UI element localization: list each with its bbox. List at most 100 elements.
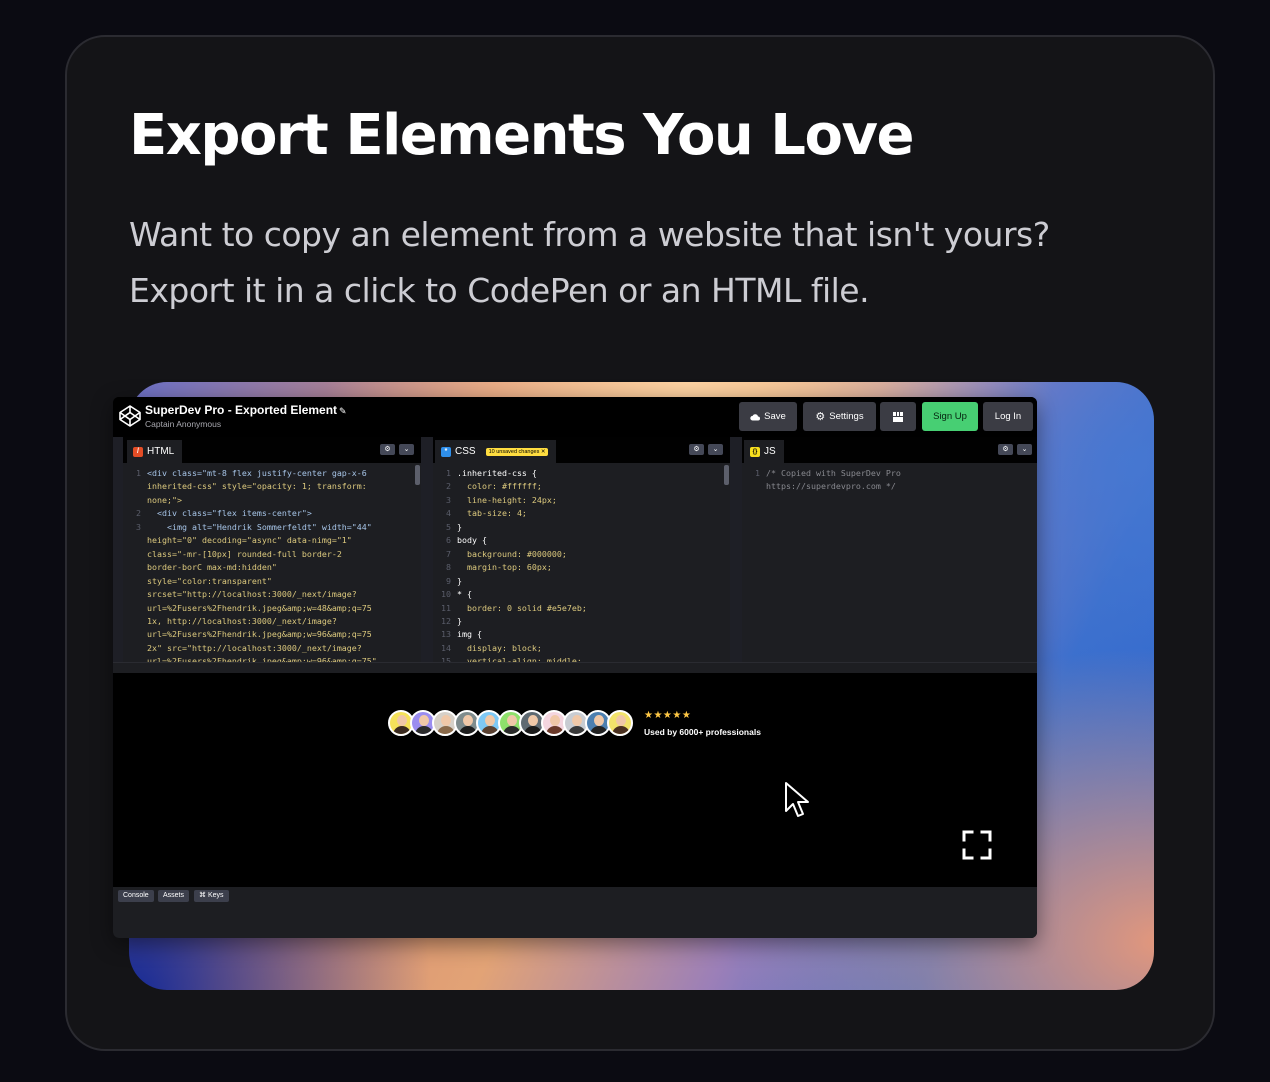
log-in-button[interactable]: Log In	[983, 402, 1033, 431]
tab-css[interactable]: * CSS 10 unsaved changes ✕	[435, 440, 557, 463]
line-number: 6	[446, 535, 451, 546]
code-line: 4 tab-size: 4;	[433, 507, 730, 520]
js-settings-icon[interactable]: ⚙	[998, 444, 1013, 455]
code-line: 1 /* Copied with SuperDev Pro	[742, 467, 1037, 480]
js-pane-header: {} JS ⚙ ⌄	[742, 437, 1037, 463]
html-settings-icon[interactable]: ⚙	[380, 444, 395, 455]
html-code[interactable]: 1 <div class="mt-8 flex justify-center ga…	[123, 467, 421, 662]
html-pane-header: / HTML ⚙ ⌄	[123, 437, 421, 463]
code-text: srcset="http://localhost:3000/_next/imag…	[147, 589, 357, 600]
codepen-header: SuperDev Pro - Exported Element ✎ Captain…	[113, 397, 1037, 437]
code-text: body {	[457, 535, 487, 546]
css-code[interactable]: 1 .inherited-css {2 color: #ffffff; 3 line…	[433, 467, 730, 662]
unsaved-badge[interactable]: 10 unsaved changes ✕	[485, 447, 549, 456]
settings-label: Settings	[829, 411, 864, 422]
code-line: 9}	[433, 575, 730, 588]
console-button[interactable]: Console	[118, 890, 154, 902]
code-text: }	[457, 521, 462, 532]
line-number	[123, 561, 147, 574]
line-number	[123, 480, 147, 493]
css-scrollbar[interactable]	[724, 465, 729, 485]
codepen-logo-icon[interactable]	[118, 404, 142, 428]
gear-icon: ⚙	[815, 411, 826, 423]
code-text: inherited-css" style="opacity: 1; transf…	[147, 481, 367, 492]
line-number	[123, 615, 147, 628]
js-chevron-down-icon[interactable]: ⌄	[1017, 444, 1032, 455]
code-text: }	[457, 615, 462, 626]
css-editor-pane: * CSS 10 unsaved changes ✕ ⚙ ⌄ 1 .inherit…	[433, 437, 730, 662]
code-line: srcset="http://localhost:3000/_next/imag…	[123, 588, 421, 601]
tab-html-label: HTML	[147, 446, 175, 457]
line-number: 2	[446, 481, 451, 492]
assets-button[interactable]: Assets	[158, 890, 190, 902]
line-number: 5	[446, 521, 451, 532]
js-code[interactable]: 1 /* Copied with SuperDev Pro https://supe…	[742, 467, 1037, 494]
line-number	[123, 628, 147, 641]
line-number: 1	[446, 468, 451, 478]
css-chevron-down-icon[interactable]: ⌄	[708, 444, 723, 455]
code-line: none;">	[123, 494, 421, 507]
code-text: }	[457, 575, 462, 586]
code-line: 1x, http://localhost:3000/_next/image?	[123, 615, 421, 628]
code-text: none;">	[147, 494, 182, 505]
sign-up-button[interactable]: Sign Up	[922, 402, 978, 431]
code-line: 11 border: 0 solid #e5e7eb;	[433, 602, 730, 615]
code-line: 6 body {	[433, 534, 730, 547]
pencil-icon[interactable]: ✎	[339, 406, 347, 416]
pen-title[interactable]: SuperDev Pro - Exported Element ✎	[145, 403, 347, 417]
tab-html[interactable]: / HTML	[127, 440, 183, 463]
bottom-toolbar: Console Assets ⌘ Keys	[113, 887, 1037, 938]
line-number: 9	[446, 575, 451, 586]
code-text: /* Copied with SuperDev Pro	[766, 468, 901, 478]
css-settings-icon[interactable]: ⚙	[689, 444, 704, 455]
code-line: 10 * {	[433, 588, 730, 601]
line-number: 15	[441, 656, 451, 662]
code-line: style="color:transparent"	[123, 575, 421, 588]
code-line: height="0" decoding="async" data-nimg="1…	[123, 534, 421, 547]
code-line: 7 background: #000000;	[433, 548, 730, 561]
code-text: display: block;	[457, 642, 542, 653]
code-line: 15 vertical-align: middle;	[433, 655, 730, 662]
feature-subtitle: Want to copy an element from a website t…	[129, 207, 1050, 319]
code-text: color: #ffffff;	[457, 481, 542, 492]
code-text: <div class="mt-8 flex justify-center gap…	[147, 468, 367, 478]
code-line: url=%2Fusers%2Fhendrik.jpeg&amp;w=48&amp…	[123, 602, 421, 615]
line-number	[123, 548, 147, 561]
fullscreen-icon[interactable]	[962, 830, 992, 860]
code-line: 8 margin-top: 60px;	[433, 561, 730, 574]
save-label: Save	[764, 411, 786, 422]
code-text: border-borC max-md:hidden"	[147, 562, 277, 573]
result-preview: ★★★★★ Used by 6000+ professionals	[113, 673, 1037, 887]
change-view-button[interactable]	[880, 402, 916, 431]
line-number: 4	[446, 508, 451, 519]
line-number: 14	[441, 642, 451, 653]
line-number	[123, 655, 147, 662]
line-number: 1	[755, 468, 760, 478]
line-number: 1	[136, 468, 141, 478]
code-line: 3 line-height: 24px;	[433, 494, 730, 507]
code-text: vertical-align: middle;	[457, 656, 582, 662]
html-icon: /	[133, 446, 143, 457]
html-scrollbar[interactable]	[415, 465, 420, 485]
resize-handle[interactable]	[113, 662, 1037, 673]
html-chevron-down-icon[interactable]: ⌄	[399, 444, 414, 455]
save-button[interactable]: Save	[739, 402, 797, 431]
pen-owner[interactable]: Captain Anonymous	[145, 419, 221, 429]
cursor-icon	[785, 782, 809, 817]
code-line: 2x" src="http://localhost:3000/_next/ima…	[123, 642, 421, 655]
rating-stars: ★★★★★	[644, 710, 692, 721]
subtitle-line-1: Want to copy an element from a website t…	[129, 215, 1050, 254]
html-editor-pane: / HTML ⚙ ⌄ 1 <div class="mt-8 flex justif…	[123, 437, 421, 662]
settings-button[interactable]: ⚙ Settings	[803, 402, 876, 431]
keys-button[interactable]: ⌘ Keys	[194, 890, 229, 902]
tab-css-label: CSS	[455, 446, 476, 457]
layout-icon	[893, 411, 903, 422]
code-line: 12}	[433, 615, 730, 628]
tab-js-label: JS	[764, 446, 776, 457]
code-line: 2 <div class="flex items-center">	[123, 507, 421, 520]
codepen-window: SuperDev Pro - Exported Element ✎ Captain…	[113, 397, 1037, 938]
tab-js[interactable]: {} JS	[744, 440, 784, 463]
code-text: line-height: 24px;	[457, 494, 557, 505]
code-text: img {	[457, 629, 482, 640]
css-icon: *	[441, 446, 451, 457]
